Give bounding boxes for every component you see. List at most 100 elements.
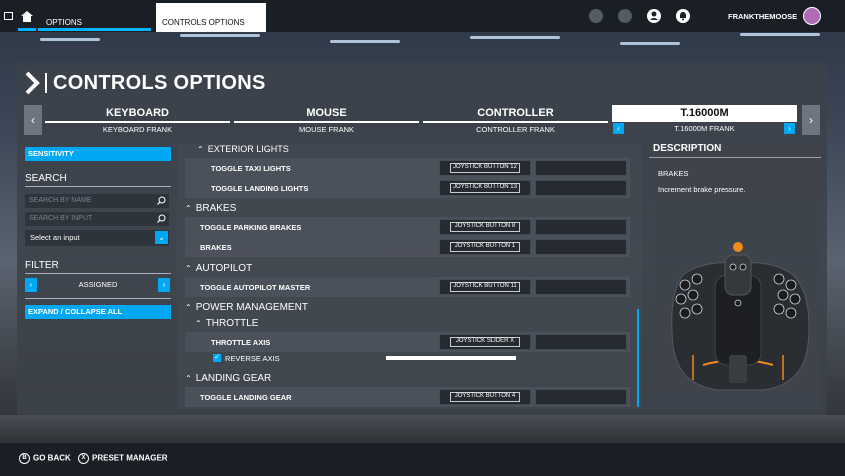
next-device-button[interactable]: › — [802, 105, 820, 135]
reverse-axis-checkbox[interactable]: ✓ — [213, 354, 221, 362]
tab-controller-profile: CONTROLLER FRANK — [476, 125, 555, 134]
binding-slot-primary[interactable]: JOYSTICK BUTTON 11 — [439, 279, 531, 295]
search-by-name-placeholder: SEARCH BY NAME — [29, 197, 92, 204]
activity-icon[interactable] — [589, 9, 603, 23]
menu-icon[interactable] — [4, 12, 13, 20]
friends-icon[interactable] — [618, 9, 632, 23]
tab-divider — [45, 121, 230, 123]
home-underline — [18, 28, 36, 31]
category-label: BRAKES — [195, 203, 237, 214]
filter-prev-button[interactable]: ‹ — [25, 278, 37, 292]
binding-slot-primary[interactable]: JOYSTICK BUTTON 13 — [439, 180, 531, 196]
description-text: Increment brake pressure. — [658, 185, 746, 194]
binding-row-throttle-axis[interactable]: THROTTLE AXIS JOYSTICK SLIDER X — [185, 332, 630, 352]
joystick-illustration — [671, 242, 810, 391]
binding-slot-primary[interactable]: JOYSTICK BUTTON 4 — [439, 389, 531, 405]
binding-row-landing-lights[interactable]: TOGGLE LANDING LIGHTS JOYSTICK BUTTON 13 — [185, 178, 630, 198]
binding-slot-secondary[interactable] — [535, 239, 627, 255]
avatar[interactable] — [803, 7, 821, 25]
binding-slot-secondary[interactable] — [535, 219, 627, 235]
binding-slot-primary[interactable]: JOYSTICK BUTTON 1 — [439, 239, 531, 255]
home-button[interactable] — [18, 3, 36, 29]
category-brakes[interactable]: ⌃ BRAKES — [185, 203, 236, 214]
search-by-name-input[interactable]: SEARCH BY NAME — [25, 194, 169, 208]
tab-keyboard-name: KEYBOARD — [106, 107, 169, 119]
category-landing-gear[interactable]: ⌃ LANDING GEAR — [185, 373, 271, 384]
binding-slot-secondary[interactable] — [535, 334, 627, 350]
binding-label: TOGGLE AUTOPILOT MASTER — [200, 283, 311, 292]
binding-value: JOYSTICK BUTTON 8 — [454, 223, 516, 229]
tab-keyboard-profile: KEYBOARD FRANK — [102, 125, 173, 134]
expand-divider — [25, 298, 171, 299]
category-throttle[interactable]: ⌃ THROTTLE — [195, 318, 258, 329]
binding-slot-primary[interactable]: JOYSTICK BUTTON 12 — [439, 160, 531, 176]
controls-panel: CONTROLS OPTIONS ‹ KEYBOARD KEYBOARD FRA… — [17, 63, 827, 415]
reverse-axis-label: REVERSE AXIS — [225, 354, 280, 363]
binding-label: BRAKES — [200, 243, 232, 252]
throttle-axis-slider[interactable] — [386, 356, 516, 360]
x-key-icon: X — [78, 453, 89, 464]
preset-manager-button[interactable]: X PRESET MANAGER — [78, 453, 168, 464]
binding-value: JOYSTICK BUTTON 12 — [453, 164, 517, 170]
description-name: BRAKES — [658, 169, 689, 178]
chevron-right-icon — [25, 71, 40, 95]
category-power-management[interactable]: ⌃ POWER MANAGEMENT — [185, 302, 308, 313]
sensitivity-button[interactable]: SENSITIVITY — [25, 147, 171, 161]
go-back-button[interactable]: B GO BACK — [19, 453, 71, 464]
binding-label: TOGGLE LANDING LIGHTS — [211, 184, 309, 193]
tab-divider — [234, 121, 419, 123]
filter-value: ASSIGNED — [78, 280, 118, 289]
binding-slot-primary[interactable]: JOYSTICK BUTTON 8 — [439, 219, 531, 235]
description-divider — [649, 157, 821, 158]
binding-slot-secondary[interactable] — [535, 279, 627, 295]
prev-device-button[interactable]: ‹ — [24, 105, 42, 135]
tab-controller[interactable]: CONTROLLER CONTROLLER FRANK — [423, 105, 608, 135]
binding-row-landing-gear[interactable]: TOGGLE LANDING GEAR JOYSTICK BUTTON 4 — [185, 387, 630, 407]
search-divider — [25, 186, 171, 187]
category-exterior-lights[interactable]: ⌃ EXTERIOR LIGHTS — [197, 144, 289, 154]
chevron-down-icon: ⌄ — [155, 231, 168, 244]
filter-next-button[interactable]: › — [158, 278, 170, 292]
hangar-floor — [0, 415, 845, 445]
binding-slot-primary[interactable]: JOYSTICK SLIDER X — [439, 334, 531, 350]
binding-slot-secondary[interactable] — [535, 389, 627, 405]
filter-selector[interactable]: ‹ ASSIGNED › — [25, 278, 171, 292]
tab-controls-options[interactable]: CONTROLS OPTIONS — [156, 3, 266, 32]
bottom-bar: B GO BACK X PRESET MANAGER — [0, 443, 845, 476]
go-back-label: GO BACK — [33, 453, 71, 463]
list-scrollbar[interactable] — [637, 309, 639, 407]
tab-t16000m[interactable]: T.16000M T.16000M FRANK ‹ › — [612, 105, 797, 135]
binding-value: JOYSTICK BUTTON 1 — [454, 243, 516, 249]
binding-value: JOYSTICK BUTTON 13 — [453, 184, 517, 190]
tab-keyboard[interactable]: KEYBOARD KEYBOARD FRANK — [45, 105, 230, 135]
prev-profile-button[interactable]: ‹ — [613, 123, 624, 134]
binding-row-taxi-lights[interactable]: TOGGLE TAXI LIGHTS JOYSTICK BUTTON 12 — [185, 158, 630, 178]
binding-row-parking-brakes[interactable]: TOGGLE PARKING BRAKES JOYSTICK BUTTON 8 — [185, 217, 630, 237]
binding-row-brakes[interactable]: BRAKES JOYSTICK BUTTON 1 — [185, 237, 630, 257]
profile-icon[interactable] — [647, 9, 661, 23]
binding-slot-secondary[interactable] — [535, 160, 627, 176]
page-title: CONTROLS OPTIONS — [53, 72, 266, 94]
bindings-list: ⌃ EXTERIOR LIGHTS TOGGLE TAXI LIGHTS JOYS… — [177, 143, 642, 409]
expand-collapse-all-button[interactable]: EXPAND / COLLAPSE ALL — [25, 305, 171, 319]
tab-mouse[interactable]: MOUSE MOUSE FRANK — [234, 105, 419, 135]
binding-slot-secondary[interactable] — [535, 180, 627, 196]
filter-divider — [25, 273, 171, 274]
notifications-icon[interactable] — [676, 9, 690, 23]
preset-manager-label: PRESET MANAGER — [92, 453, 168, 463]
tab-mouse-profile: MOUSE FRANK — [298, 125, 354, 134]
description-panel: DESCRIPTION BRAKES Increment brake press… — [649, 143, 821, 409]
tab-mouse-name: MOUSE — [306, 107, 347, 119]
category-autopilot[interactable]: ⌃ AUTOPILOT — [185, 263, 252, 274]
category-label: LANDING GEAR — [195, 373, 272, 384]
binding-row-autopilot-master[interactable]: TOGGLE AUTOPILOT MASTER JOYSTICK BUTTON … — [185, 277, 630, 297]
select-input-value: Select an input — [30, 233, 80, 242]
binding-label: THROTTLE AXIS — [211, 338, 271, 347]
search-by-input-input[interactable]: SEARCH BY INPUT — [25, 212, 169, 226]
tab-options[interactable]: OPTIONS — [38, 0, 151, 32]
next-profile-button[interactable]: › — [784, 123, 795, 134]
top-bar: OPTIONS CONTROLS OPTIONS FRANKTHEMOOSE — [0, 0, 845, 32]
select-input-dropdown[interactable]: Select an input ⌄ — [25, 230, 169, 246]
category-label: THROTTLE — [205, 318, 259, 329]
category-label: EXTERIOR LIGHTS — [207, 144, 289, 154]
